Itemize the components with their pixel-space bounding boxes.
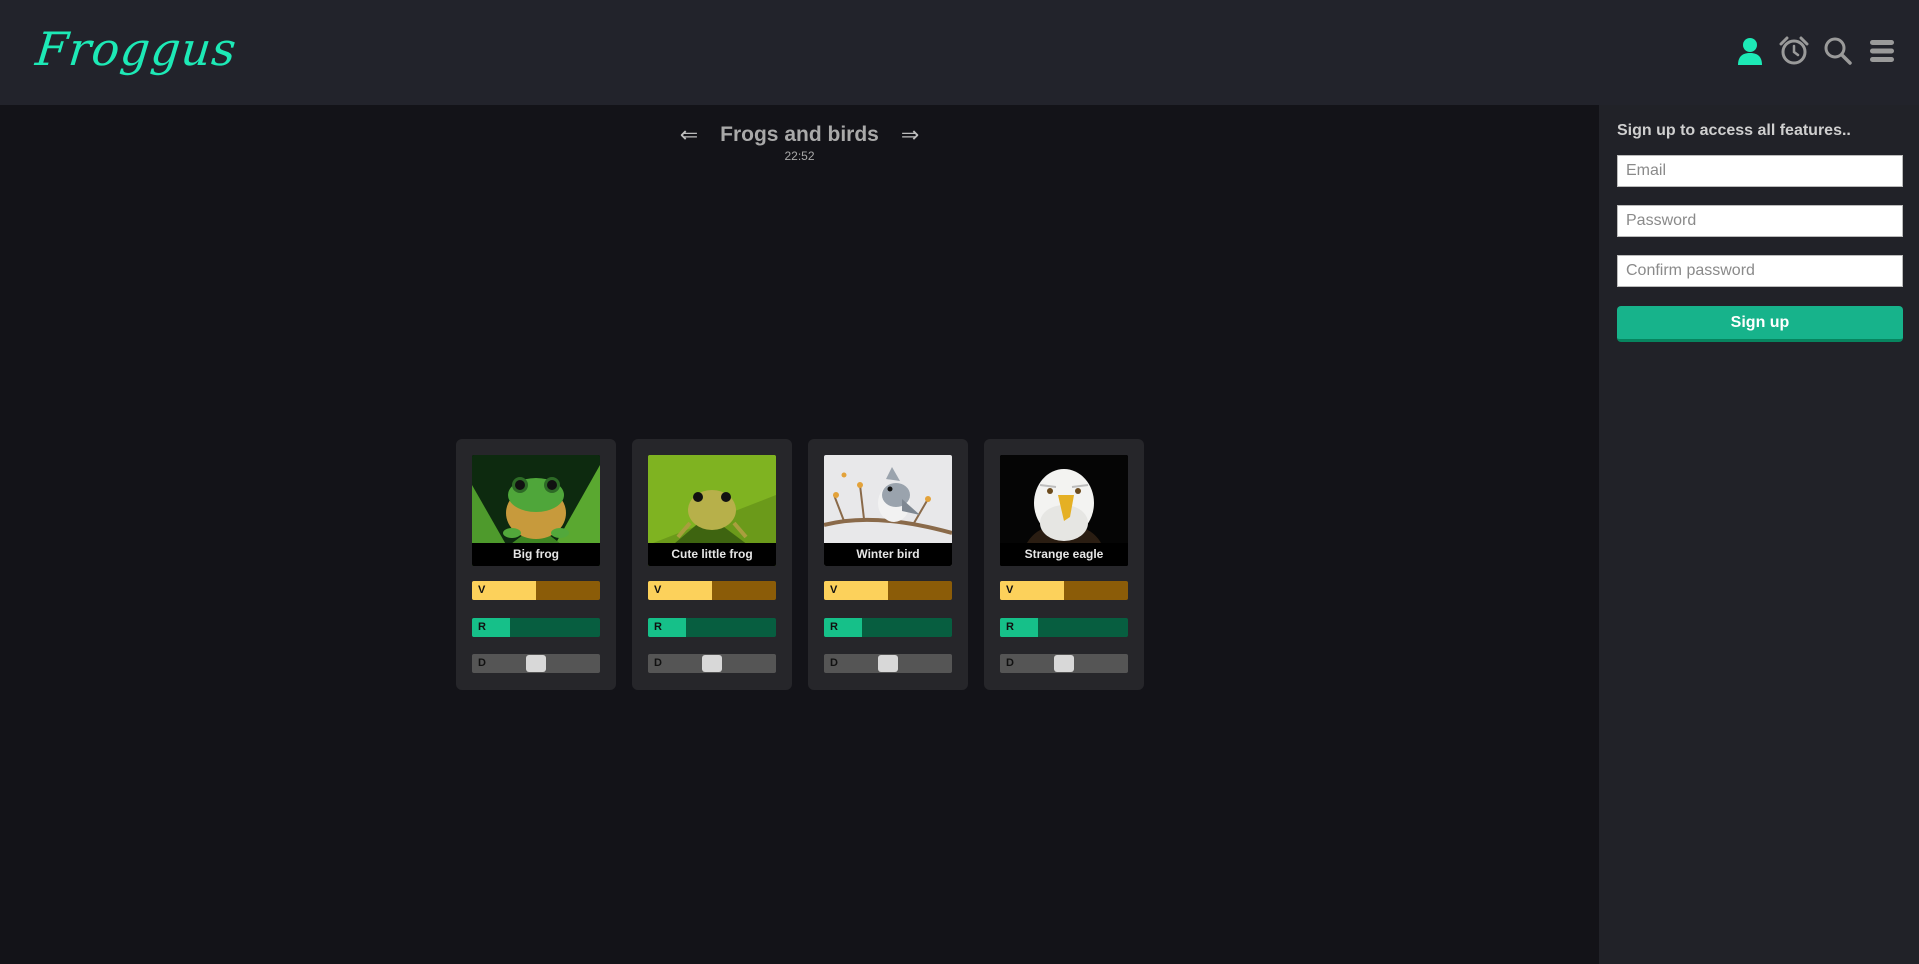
image-card: Strange eagle V R D: [984, 439, 1144, 690]
card-thumbnail[interactable]: Big frog: [472, 455, 600, 566]
r-rating-bar[interactable]: R: [1000, 618, 1128, 637]
password-field[interactable]: [1617, 205, 1903, 237]
d-slider[interactable]: D: [472, 654, 600, 673]
alarm-clock-icon[interactable]: [1779, 34, 1809, 68]
header-icons: [1735, 34, 1897, 68]
sign-up-button[interactable]: Sign up: [1617, 306, 1903, 342]
user-icon[interactable]: [1735, 34, 1765, 68]
top-header: Froggus: [0, 0, 1919, 105]
card-thumbnail[interactable]: Cute little frog: [648, 455, 776, 566]
r-rating-bar[interactable]: R: [648, 618, 776, 637]
v-rating-bar[interactable]: V: [824, 581, 952, 600]
card-list: Big frog V R D Cute little frog V R D Wi…: [456, 439, 1144, 690]
confirm-password-field[interactable]: [1617, 255, 1903, 287]
d-slider-handle[interactable]: [702, 655, 722, 672]
gallery-navigation: ⇐ Frogs and birds ⇒ 22:52: [0, 122, 1599, 163]
card-caption: Cute little frog: [648, 543, 776, 566]
gallery-time: 22:52: [784, 149, 815, 163]
d-slider[interactable]: D: [824, 654, 952, 673]
image-card: Big frog V R D: [456, 439, 616, 690]
card-thumbnail[interactable]: Winter bird: [824, 455, 952, 566]
d-slider-handle[interactable]: [1054, 655, 1074, 672]
froggus-logo[interactable]: Froggus: [33, 22, 239, 76]
main-content: ⇐ Frogs and birds ⇒ 22:52 Big frog V R D…: [0, 105, 1599, 964]
v-rating-bar[interactable]: V: [648, 581, 776, 600]
v-rating-bar[interactable]: V: [472, 581, 600, 600]
d-slider-handle[interactable]: [526, 655, 546, 672]
card-caption: Winter bird: [824, 543, 952, 566]
d-slider[interactable]: D: [648, 654, 776, 673]
next-arrow[interactable]: ⇒: [901, 122, 919, 148]
gallery-title: Frogs and birds: [720, 123, 879, 146]
v-rating-bar[interactable]: V: [1000, 581, 1128, 600]
d-slider-handle[interactable]: [878, 655, 898, 672]
search-icon[interactable]: [1823, 34, 1853, 68]
d-slider[interactable]: D: [1000, 654, 1128, 673]
signup-heading: Sign up to access all features..: [1617, 122, 1851, 139]
signup-sidebar: Sign up to access all features.. Sign up: [1599, 105, 1919, 964]
image-card: Winter bird V R D: [808, 439, 968, 690]
email-field[interactable]: [1617, 155, 1903, 187]
card-caption: Big frog: [472, 543, 600, 566]
image-card: Cute little frog V R D: [632, 439, 792, 690]
r-rating-bar[interactable]: R: [472, 618, 600, 637]
r-rating-bar[interactable]: R: [824, 618, 952, 637]
previous-arrow[interactable]: ⇐: [680, 122, 698, 148]
card-thumbnail[interactable]: Strange eagle: [1000, 455, 1128, 566]
card-caption: Strange eagle: [1000, 543, 1128, 566]
menu-icon[interactable]: [1867, 34, 1897, 68]
